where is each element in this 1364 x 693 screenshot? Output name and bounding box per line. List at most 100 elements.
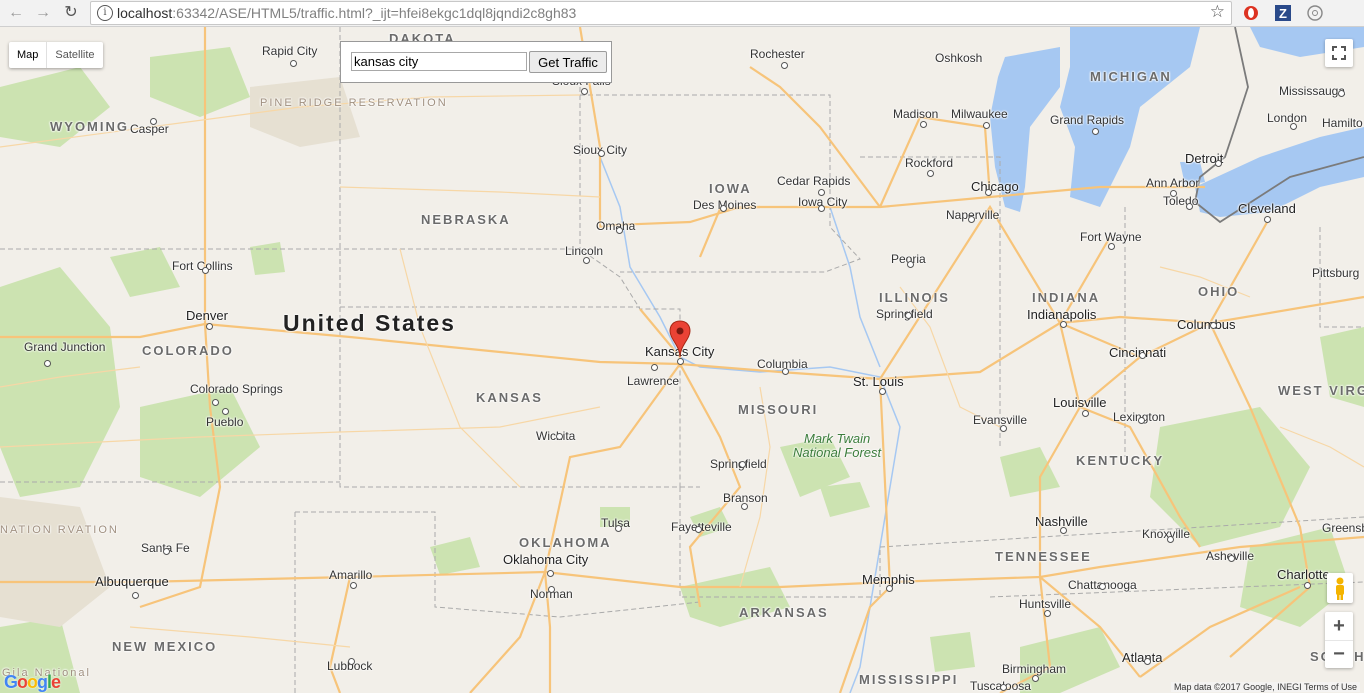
city-dot [583, 257, 590, 264]
city-dot [132, 592, 139, 599]
city-dot [1060, 321, 1067, 328]
back-icon[interactable]: ← [6, 3, 26, 23]
star-icon[interactable]: ☆ [1210, 2, 1225, 22]
city-label: Cleveland [1238, 201, 1296, 216]
city-label: Grand Junction [24, 340, 106, 354]
city-dot [547, 570, 554, 577]
city-dot [720, 205, 727, 212]
city-dot [556, 433, 563, 440]
city-dot [616, 227, 623, 234]
city-dot [350, 582, 357, 589]
city-dot [212, 399, 219, 406]
state-label: NEW MEXICO [112, 639, 218, 654]
city-dot [782, 368, 789, 375]
city-dot [879, 388, 886, 395]
city-label: Toledo [1163, 194, 1199, 208]
city-label: St. Louis [853, 374, 904, 389]
url-text[interactable]: localhost:63342/ASE/HTML5/traffic.html?_… [117, 5, 576, 21]
zotero-icon[interactable]: Z [1274, 4, 1292, 22]
fullscreen-button[interactable] [1325, 39, 1353, 67]
city-label: Charlotte [1277, 567, 1330, 582]
state-label: COLORADO [142, 343, 234, 358]
city-label: Fort Wayne [1080, 230, 1142, 244]
city-dot [206, 323, 213, 330]
map-type-map-button[interactable]: Map [9, 42, 48, 68]
get-traffic-button[interactable]: Get Traffic [529, 51, 607, 73]
city-dot [677, 358, 684, 365]
city-dot [920, 121, 927, 128]
city-dot [202, 267, 209, 274]
city-dot [1139, 352, 1146, 359]
city-dot [1138, 417, 1145, 424]
state-label: MISSOURI [738, 402, 819, 417]
info-icon[interactable]: i [97, 5, 113, 21]
city-label: Indianapolis [1027, 307, 1097, 322]
city-dot [905, 312, 912, 319]
state-label: NEBRASKA [421, 212, 511, 227]
city-label: Ann Arbor [1146, 176, 1200, 190]
google-logo[interactable]: Google [4, 672, 61, 693]
region-label: NATION RVATION [0, 524, 119, 536]
state-label: WEST VIRGINIA [1278, 383, 1364, 398]
city-dot [927, 170, 934, 177]
map-type-satellite-button[interactable]: Satellite [47, 42, 102, 68]
city-dot [163, 548, 170, 555]
city-dot [1060, 527, 1067, 534]
city-label: Rochester [750, 47, 805, 61]
city-label: Greensb [1322, 521, 1364, 535]
forest-label: National Forest [793, 445, 882, 460]
map-attribution[interactable]: Map data ©2017 Google, INEGI Terms of Us… [1170, 682, 1360, 692]
city-label: Chicago [971, 179, 1019, 194]
state-label: MICHIGAN [1090, 69, 1172, 84]
address-bar[interactable]: i localhost:63342/ASE/HTML5/traffic.html… [90, 1, 1232, 25]
forward-icon[interactable]: → [33, 3, 53, 23]
state-label: WYOMING [50, 119, 129, 134]
city-dot [781, 62, 788, 69]
city-label: Atlanta [1122, 650, 1163, 665]
location-search-input[interactable] [351, 52, 527, 71]
street-view-button[interactable] [1327, 573, 1353, 603]
city-dot [1044, 610, 1051, 617]
extension-icon[interactable] [1306, 4, 1324, 22]
city-label: Denver [186, 308, 228, 323]
city-dot [548, 586, 555, 593]
city-label: Columbus [1177, 317, 1236, 332]
city-dot [695, 526, 702, 533]
url-host: localhost [117, 5, 173, 21]
city-dot [1082, 410, 1089, 417]
zoom-control: + − [1325, 612, 1353, 668]
city-dot [1304, 582, 1311, 589]
city-label: Oshkosh [935, 51, 983, 65]
city-dot [1144, 658, 1151, 665]
zoom-out-button[interactable]: − [1325, 641, 1353, 668]
state-label: KENTUCKY [1076, 453, 1165, 468]
city-dot [581, 88, 588, 95]
city-dot [651, 364, 658, 371]
city-label: Rockford [905, 156, 954, 170]
city-dot [985, 189, 992, 196]
region-label: PINE RIDGE RESERVATION [260, 97, 448, 109]
url-path: :63342/ASE/HTML5/traffic.html?_ijt=hfei8… [172, 5, 577, 21]
zoom-in-button[interactable]: + [1325, 612, 1353, 641]
city-dot [1032, 675, 1039, 682]
city-dot [1338, 90, 1345, 97]
map-canvas[interactable]: United States DAKOTA WYOMING NEBRASKA IOWA CO… [0, 27, 1364, 693]
state-label: INDIANA [1032, 290, 1101, 305]
city-label: Madison [893, 107, 939, 121]
city-label: Casper [130, 122, 169, 136]
city-dot [290, 60, 297, 67]
city-label: Mississauga [1279, 84, 1346, 98]
opera-icon[interactable] [1242, 4, 1260, 22]
city-dot [1215, 160, 1222, 167]
city-dot [1108, 243, 1115, 250]
city-dot [1210, 322, 1217, 329]
city-dot [1092, 128, 1099, 135]
state-label: OHIO [1198, 284, 1240, 299]
city-dot [1264, 216, 1271, 223]
state-label: KANSAS [476, 390, 543, 405]
state-label: IOWA [709, 181, 752, 196]
city-dot [1167, 536, 1174, 543]
city-label: Albuquerque [95, 574, 169, 589]
reload-icon[interactable]: ↻ [61, 3, 81, 23]
city-dot [739, 461, 746, 468]
